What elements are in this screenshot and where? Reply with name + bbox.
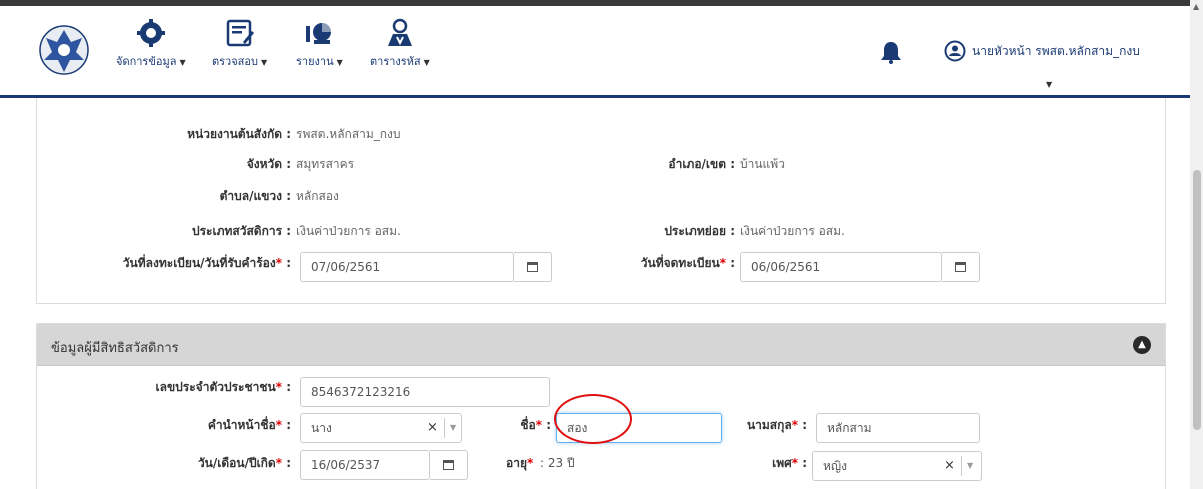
page: จัดการข้อมูล ▼ ตรวจสอบ ▼ รายงาน ▼ ตารางร… [0, 0, 1203, 489]
user-caret-icon[interactable]: ▼ [1046, 80, 1052, 89]
sex-label-text: เพศ [772, 456, 792, 470]
code-table-icon [387, 18, 412, 46]
gear-icon [136, 19, 165, 47]
dropdown-arrow-icon[interactable]: ▼ [450, 423, 456, 432]
clear-x-icon[interactable]: × [944, 458, 955, 473]
nav-label: ตารางรหัส [370, 55, 421, 68]
navbar: จัดการข้อมูล ▼ ตรวจสอบ ▼ รายงาน ▼ ตารางร… [0, 6, 1190, 98]
province-value: สมุทรสาคร [296, 157, 355, 171]
id-input[interactable]: 8546372123216 [300, 377, 550, 407]
logo-icon [39, 25, 89, 75]
sex-select[interactable]: หญิง [812, 451, 982, 481]
calendar-icon [443, 460, 454, 470]
nav-label: รายงาน [296, 55, 334, 68]
age-label-text: อายุ [506, 456, 527, 470]
clear-x-icon[interactable]: × [427, 420, 438, 435]
regdate-label-text: วันที่ลงทะเบียน/วันที่รับคำร้อง [122, 256, 276, 270]
prefix-label: คำนำหน้าชื่อ* : [207, 418, 291, 432]
edit-document-icon [226, 19, 254, 47]
nav-check[interactable]: ตรวจสอบ ▼ [212, 18, 267, 70]
notification-bell-icon[interactable] [880, 40, 902, 64]
id-label-text: เลขประจำตัวประชาชน [155, 380, 276, 394]
signup-label-text: วันที่จดทะเบียน [640, 256, 720, 270]
collapse-chevron-up-icon[interactable]: ▲ [1133, 336, 1151, 354]
highlight-circle [554, 394, 632, 444]
surname-input[interactable]: หลักสาม [816, 413, 980, 443]
regdate-input[interactable]: 07/06/2561 [300, 252, 514, 282]
nav-label: ตรวจสอบ [212, 55, 258, 68]
id-label: เลขประจำตัวประชาชน* : [155, 380, 291, 394]
select-separator [961, 456, 962, 476]
subtype-value: เงินค่าป่วยการ อสม. [740, 224, 845, 238]
welfare-type-value: เงินค่าป่วยการ อสม. [296, 224, 401, 238]
calendar-icon [527, 262, 538, 272]
dob-label-text: วัน/เดือน/ปีเกิด [197, 456, 276, 470]
unit-label: หน่วยงานต้นสังกัด : [187, 127, 291, 141]
welfare-type-label: ประเภทสวัสดิการ : [191, 224, 291, 238]
signup-calendar-button[interactable] [942, 252, 980, 282]
prefix-label-text: คำนำหน้าชื่อ [207, 418, 276, 432]
dob-label: วัน/เดือน/ปีเกิด* : [197, 456, 291, 470]
user-name: นายหัวหน้า รพสต.หลักสาม_กงบ [972, 43, 1140, 58]
select-separator [444, 418, 445, 438]
nav-manage-data[interactable]: จัดการข้อมูล ▼ [116, 18, 186, 70]
name-label: ชื่อ* : [520, 418, 551, 432]
report-icon [306, 23, 332, 44]
age-label: อายุ* [506, 456, 534, 470]
user-avatar-icon [944, 40, 966, 62]
nav-label: จัดการข้อมูล [116, 55, 177, 68]
age-value: : 23 ปี [540, 456, 575, 470]
subdistrict-label: ตำบล/แขวง : [219, 189, 291, 203]
panel-title: ข้อมูลผู้มีสิทธิสวัสดิการ [51, 341, 179, 356]
sex-label: เพศ* : [772, 456, 807, 470]
dob-input[interactable]: 16/06/2537 [300, 450, 430, 480]
calendar-icon [955, 262, 966, 272]
province-label: จังหวัด : [246, 157, 291, 171]
signup-date-input[interactable]: 06/06/2561 [740, 252, 942, 282]
scrollbar-thumb[interactable] [1193, 170, 1201, 430]
regdate-calendar-button[interactable] [514, 252, 552, 282]
nav-report[interactable]: รายงาน ▼ [296, 18, 343, 70]
nav-code-table[interactable]: ตารางรหัส ▼ [370, 18, 430, 70]
scroll-up-icon[interactable]: ▲ [1193, 2, 1199, 11]
signup-label: วันที่จดทะเบียน* : [640, 256, 735, 270]
district-value: บ้านแพ้ว [740, 157, 785, 171]
dropdown-arrow-icon[interactable]: ▼ [967, 461, 973, 470]
subdistrict-value: หลักสอง [296, 189, 339, 203]
user-menu[interactable]: นายหัวหน้า รพสต.หลักสาม_กงบ [944, 40, 1140, 62]
name-label-text: ชื่อ [520, 418, 536, 432]
surname-label-text: นามสกุล [746, 418, 792, 432]
unit-value: รพสต.หลักสาม_กงบ [296, 127, 401, 141]
subtype-label: ประเภทย่อย : [664, 224, 735, 238]
dob-calendar-button[interactable] [430, 450, 468, 480]
surname-label: นามสกุล* : [746, 418, 807, 432]
district-label: อำเภอ/เขต : [668, 157, 735, 171]
regdate-label: วันที่ลงทะเบียน/วันที่รับคำร้อง* : [122, 256, 291, 270]
panel-header-beneficiary: ข้อมูลผู้มีสิทธิสวัสดิการ ▲ [37, 324, 1165, 366]
